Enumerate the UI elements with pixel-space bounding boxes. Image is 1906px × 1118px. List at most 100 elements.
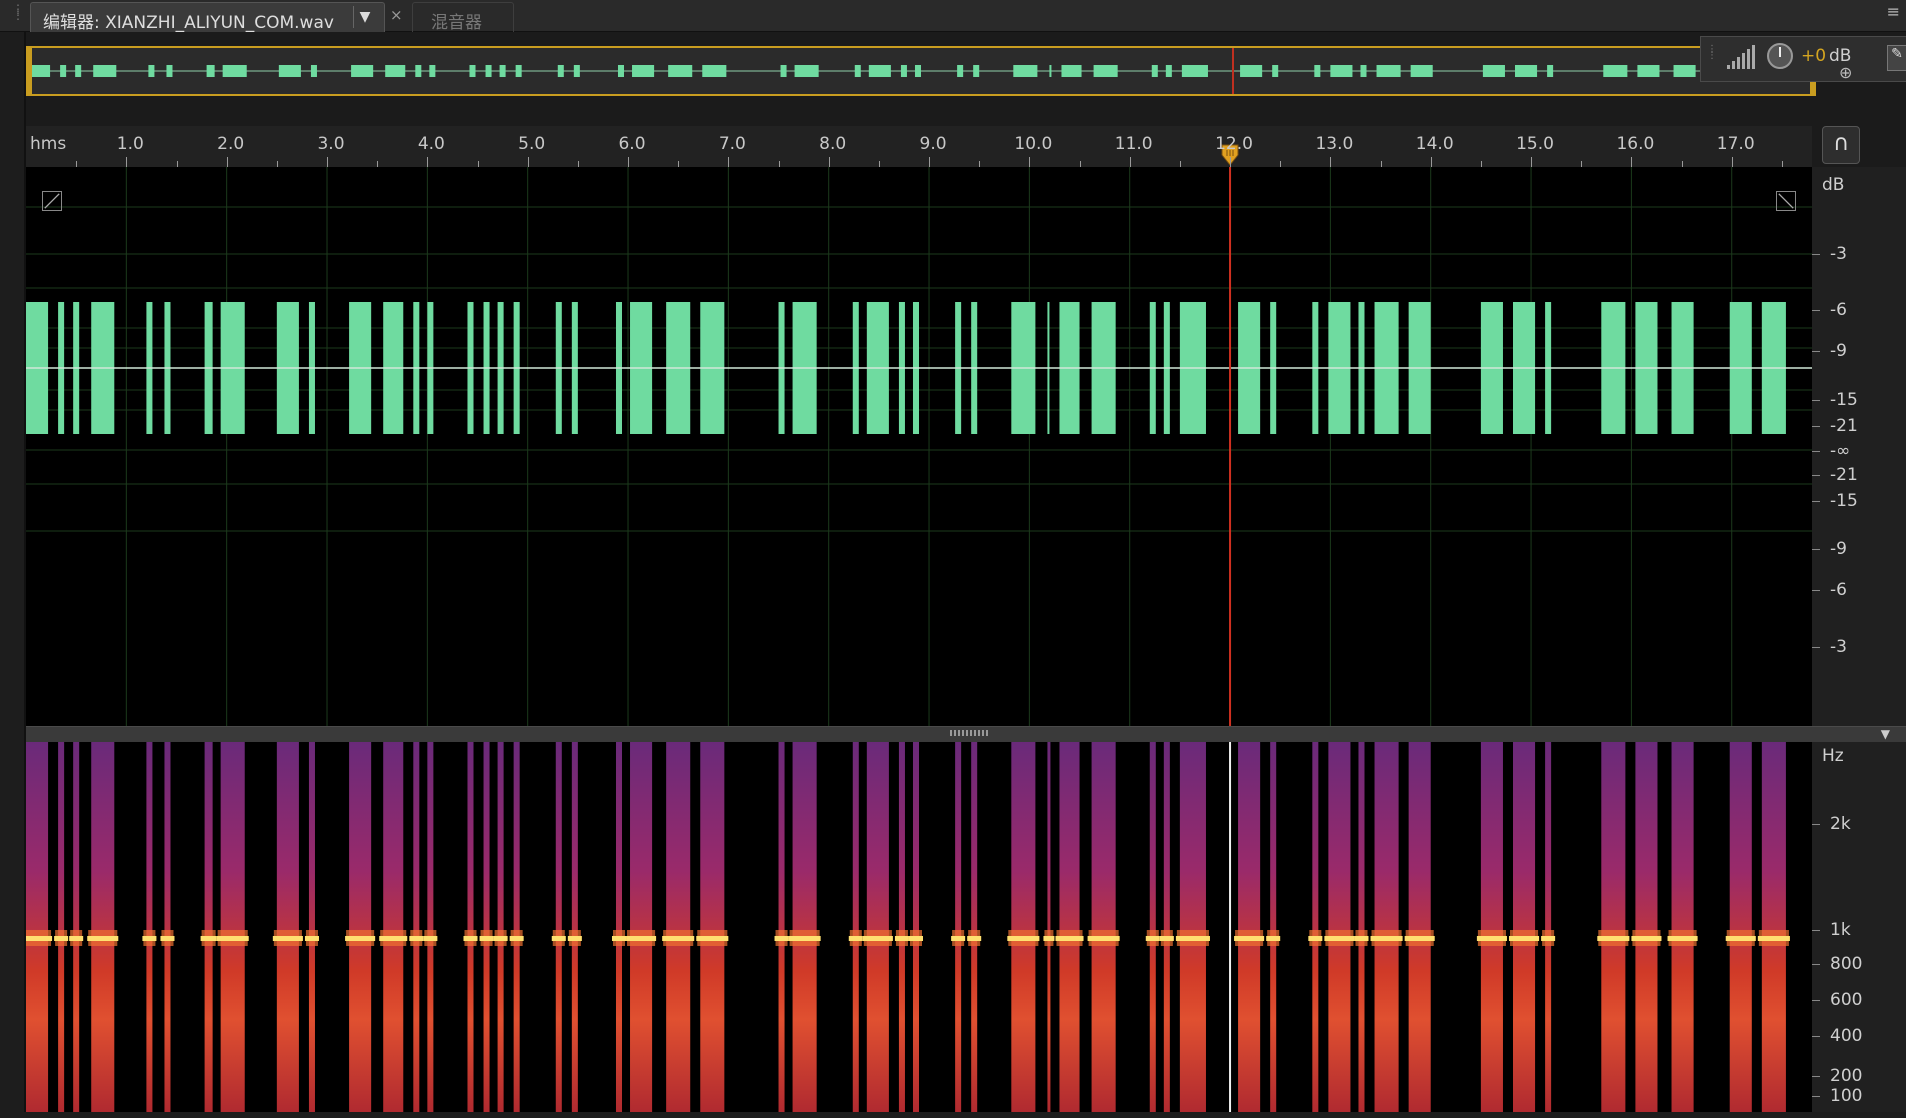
snap-magnet-icon[interactable]: ∩ xyxy=(1822,126,1860,164)
amplitude-tick xyxy=(1812,451,1820,452)
spectral-tone xyxy=(1234,936,1265,941)
overview-pulse xyxy=(1151,65,1158,77)
overview-pulse xyxy=(278,65,301,77)
overview-playhead xyxy=(1232,48,1235,94)
hud-grip-icon[interactable]: ⋮ ⋮ xyxy=(1707,45,1717,61)
overview-pulse xyxy=(385,65,406,77)
amplitude-tick xyxy=(1812,426,1820,427)
frequency-tick xyxy=(1812,1096,1820,1097)
spectral-tone xyxy=(611,936,627,941)
overview-pulse xyxy=(1181,65,1208,77)
volume-value[interactable]: +0 xyxy=(1801,46,1826,66)
time-ruler[interactable]: hms 1.0 2.0 3.0 4.0 5.0 6.0 7.0 8.0 9.0 10.0 11.0 1… xyxy=(26,126,1812,168)
overview-pulse xyxy=(854,65,861,77)
frequency-label: 400 xyxy=(1830,1026,1863,1046)
spectral-band xyxy=(955,742,962,1112)
overview-pulse xyxy=(148,65,155,77)
frequency-label: 800 xyxy=(1830,954,1863,974)
spectral-band xyxy=(1270,742,1277,1112)
pin-icon[interactable]: ✎ xyxy=(1887,45,1906,71)
scale-dropdown-icon[interactable]: ▼ xyxy=(1881,727,1890,741)
amplitude-label: -6 xyxy=(1830,300,1847,320)
spectral-band xyxy=(1545,742,1552,1112)
spectral-band xyxy=(666,742,691,1112)
panel-menu-icon[interactable]: ≡ xyxy=(1887,2,1900,21)
zoom-icon[interactable]: ⊕ xyxy=(1839,63,1852,82)
spectral-tone xyxy=(951,936,966,941)
spectral-band xyxy=(513,742,520,1112)
spectral-band xyxy=(630,742,653,1112)
spectral-tone xyxy=(1175,936,1210,941)
frequency-tick xyxy=(1812,824,1820,825)
ruler-tick xyxy=(728,157,730,167)
spectral-band xyxy=(1091,742,1116,1112)
amplitude-tick xyxy=(1812,590,1820,591)
panel-tab-bar: ⋮ ⋮ 编辑器: XIANZHI_ALIYUN_COM.wav ▼ × 混音器 ≡ xyxy=(0,0,1906,33)
spectral-band xyxy=(1671,742,1694,1112)
spectral-tone xyxy=(200,936,217,941)
spectral-band xyxy=(1480,742,1503,1112)
tab-editor[interactable]: 编辑器: XIANZHI_ALIYUN_COM.wav ▼ xyxy=(30,2,385,33)
frequency-tick xyxy=(1812,930,1820,931)
panel-grip-icon[interactable]: ⋮ ⋮ xyxy=(12,3,24,26)
amplitude-label: -3 xyxy=(1830,244,1847,264)
spectral-band xyxy=(1059,742,1080,1112)
spectral-tone xyxy=(69,936,84,941)
amplitude-tick xyxy=(1812,549,1820,550)
overview-pulse xyxy=(1514,65,1538,77)
spectral-band xyxy=(615,742,623,1112)
tab-mixer[interactable]: 混音器 xyxy=(412,2,514,33)
tab-mixer-label: 混音器 xyxy=(431,13,482,33)
spectral-tone xyxy=(1007,936,1040,941)
spectral-band xyxy=(778,742,785,1112)
overview-pulse xyxy=(557,65,564,77)
file-dropdown-icon[interactable]: ▼ xyxy=(353,6,376,28)
spectral-band xyxy=(349,742,372,1112)
spectral-band xyxy=(1312,742,1319,1112)
spectral-tone xyxy=(54,936,69,941)
spectral-tone xyxy=(1324,936,1355,941)
fade-in-handle-icon[interactable] xyxy=(42,191,62,211)
amplitude-tick xyxy=(1812,475,1820,476)
spectral-band xyxy=(276,742,299,1112)
overview-navigator[interactable] xyxy=(26,46,1816,96)
level-meter-icon xyxy=(1727,45,1755,69)
ruler-label: 4.0 xyxy=(417,134,445,154)
overview-pulse xyxy=(469,65,476,77)
overview-pulse xyxy=(573,65,580,77)
frequency-label: 600 xyxy=(1830,990,1863,1010)
waveform-display[interactable] xyxy=(26,167,1812,726)
overview-pulse xyxy=(485,65,492,77)
spectral-band xyxy=(1601,742,1626,1112)
overview-left-handle[interactable] xyxy=(26,48,32,94)
spectral-band xyxy=(898,742,905,1112)
splitter-grip-icon[interactable] xyxy=(950,730,990,736)
overview-pulse xyxy=(1061,65,1082,77)
close-tab-icon[interactable]: × xyxy=(390,6,403,24)
ruler-tick xyxy=(527,157,529,167)
spectral-tone xyxy=(423,936,438,941)
volume-knob[interactable] xyxy=(1767,43,1793,69)
overview-pulse xyxy=(1093,65,1118,77)
ruler-tick xyxy=(427,157,429,167)
overview-pulse xyxy=(957,65,964,77)
spectral-band xyxy=(1328,742,1351,1112)
spectral-tone xyxy=(1757,936,1790,941)
amplitude-unit: dB xyxy=(1822,175,1845,195)
fade-out-handle-icon[interactable] xyxy=(1776,191,1796,211)
frequency-tick xyxy=(1812,1036,1820,1037)
overview-pulse xyxy=(1314,65,1321,77)
overview-pulse xyxy=(780,65,787,77)
spectral-tone xyxy=(1087,936,1120,941)
spectral-band xyxy=(852,742,859,1112)
ruler-label: 13.0 xyxy=(1315,134,1354,154)
frequency-tick xyxy=(1812,964,1820,965)
spectral-tone xyxy=(1370,936,1403,941)
spectral-tone xyxy=(1266,936,1281,941)
frequency-unit: Hz xyxy=(1822,746,1844,766)
spectral-tone xyxy=(894,936,909,941)
spectral-display[interactable] xyxy=(26,742,1812,1112)
spectral-tone xyxy=(848,936,863,941)
spectral-tone xyxy=(967,936,982,941)
spectral-tone xyxy=(1667,936,1698,941)
